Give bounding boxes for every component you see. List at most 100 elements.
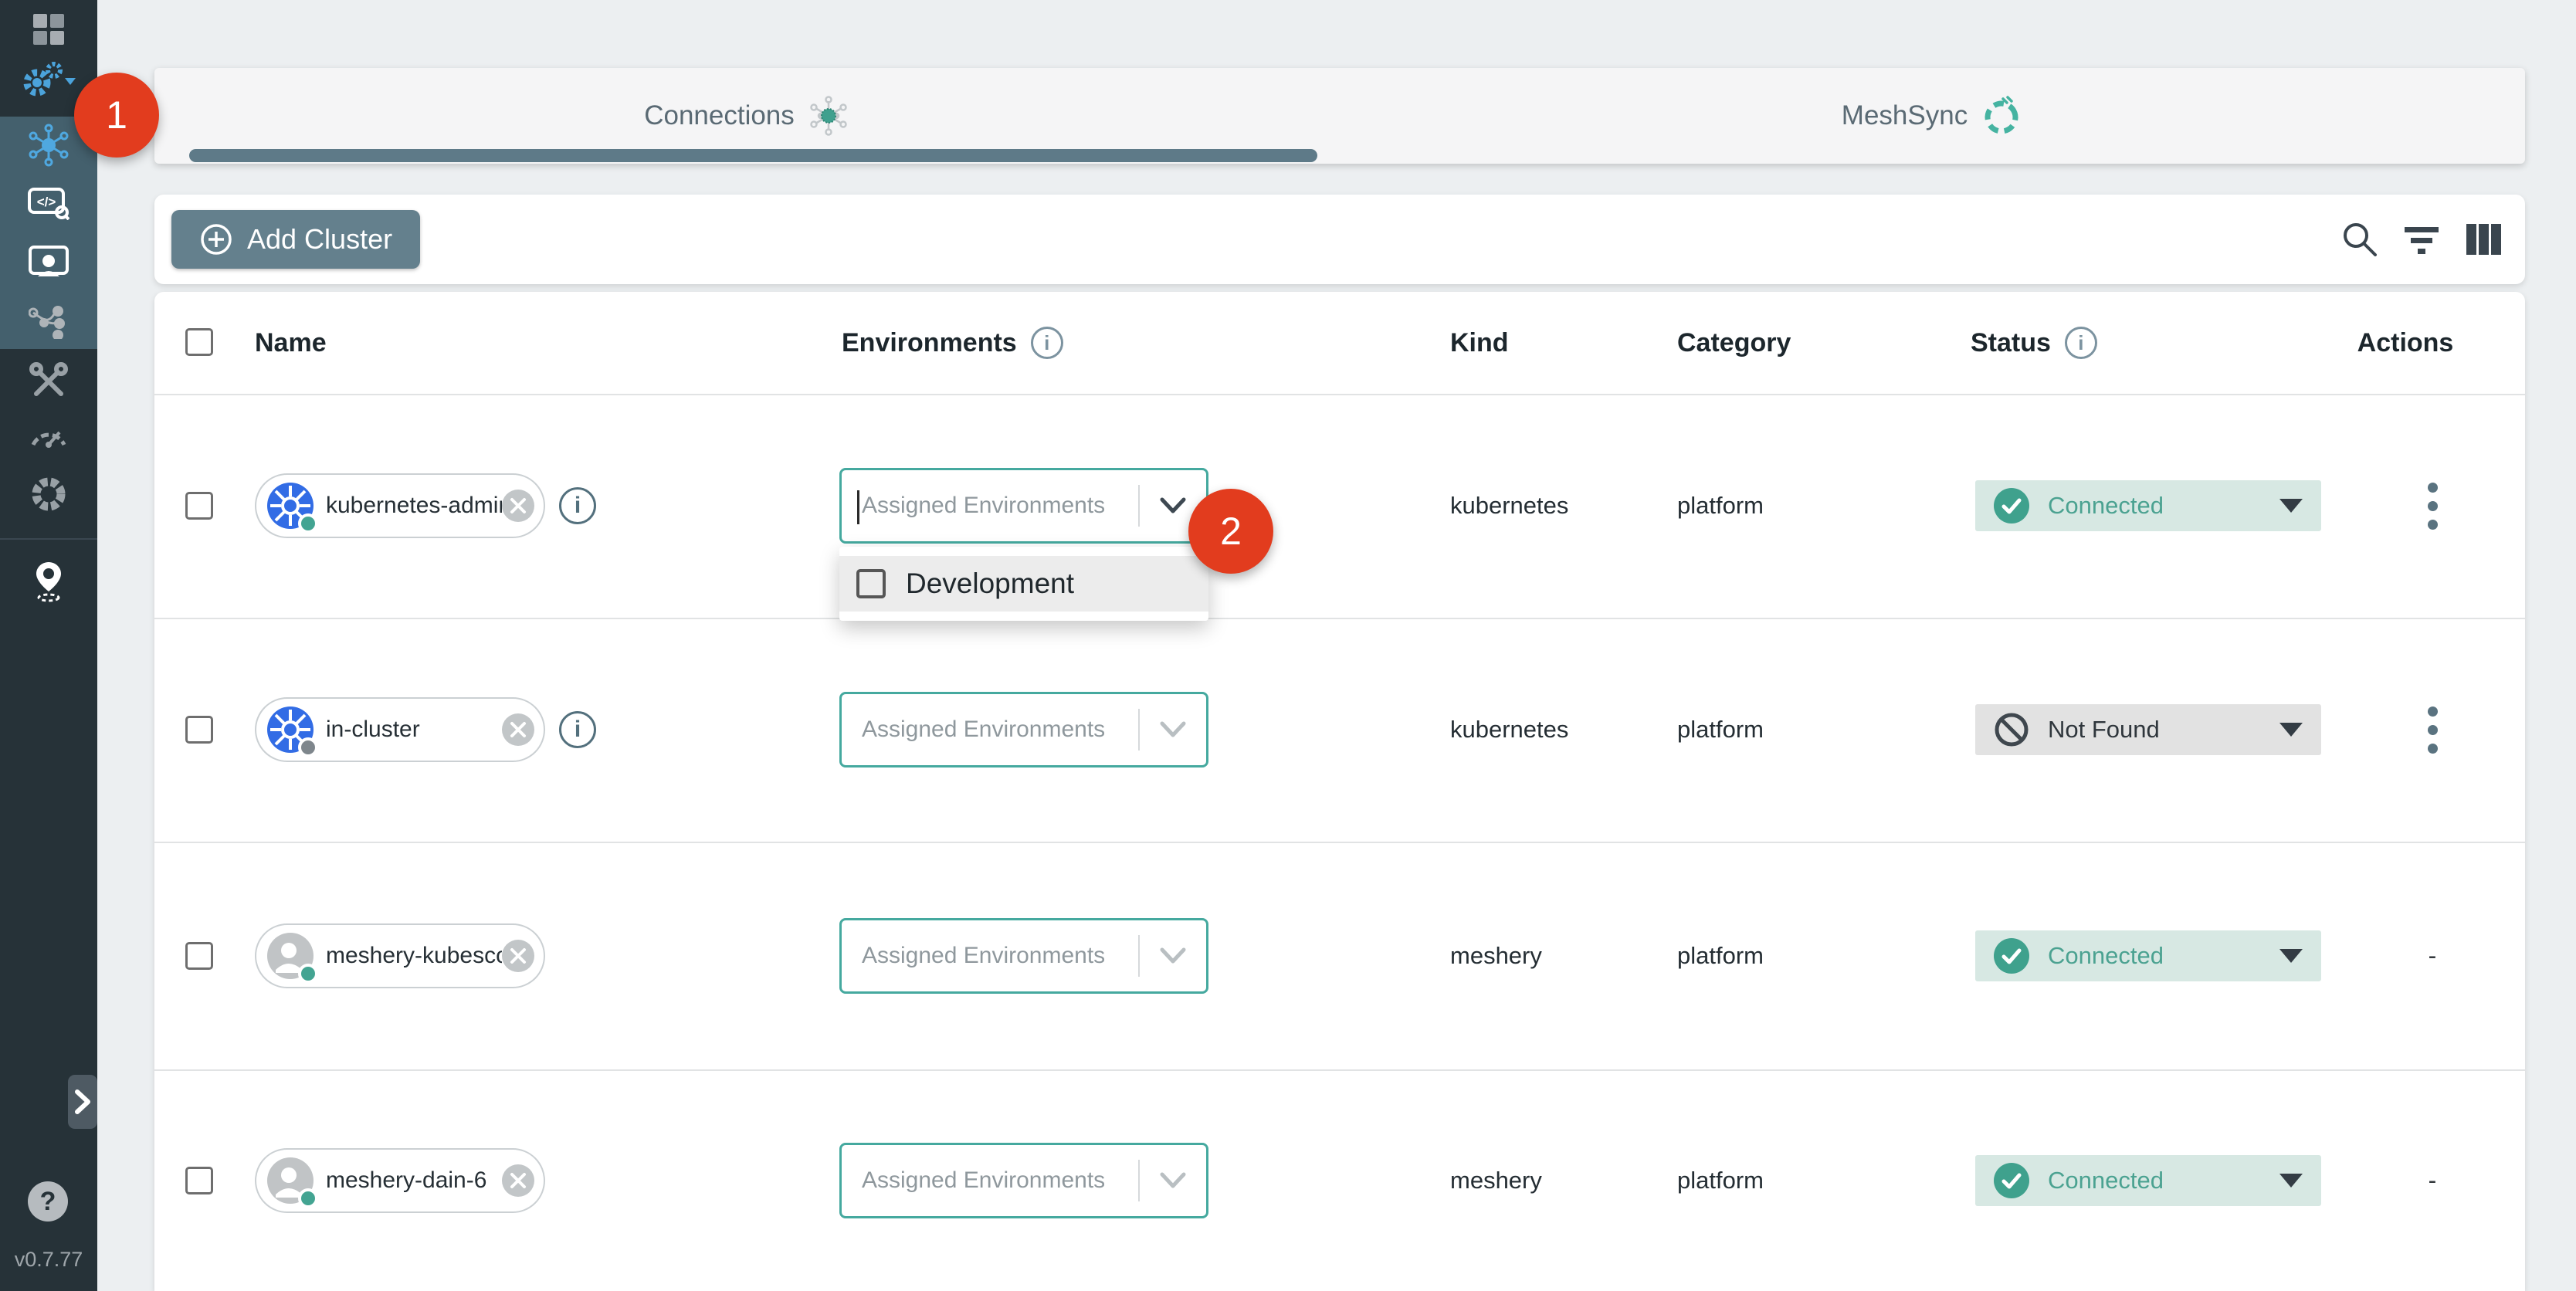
avatar-icon [266, 931, 315, 981]
connection-info-icon[interactable]: i [559, 487, 596, 524]
app-version: v0.7.77 [0, 1248, 97, 1272]
environment-option-label: Development [906, 568, 1074, 600]
connected-check-icon [1994, 1163, 2029, 1198]
environment-option[interactable]: Development [839, 556, 1208, 612]
environments-info-icon[interactable]: i [1031, 327, 1063, 359]
actions-menu-icon[interactable] [2417, 699, 2448, 761]
column-header-kind[interactable]: Kind [1450, 292, 1509, 394]
status-info-icon[interactable]: i [2065, 327, 2097, 359]
status-chip[interactable]: Connected [1975, 1155, 2321, 1206]
category-cell: platform [1677, 716, 1764, 744]
svg-text:</>: </> [37, 195, 56, 209]
sidebar-expand-button[interactable] [68, 1075, 97, 1129]
avatar-icon [266, 1156, 315, 1205]
select-all-checkbox[interactable] [185, 328, 213, 356]
environments-placeholder: Assigned Environments [842, 943, 1138, 969]
chevron-down-icon[interactable] [1140, 720, 1206, 739]
kubernetes-icon [266, 481, 315, 530]
toolkit-wrenches-icon[interactable] [0, 357, 97, 403]
kind-cell: meshery [1450, 1167, 1542, 1194]
connection-name: meshery-kubescop... [315, 943, 502, 969]
mesh-icon [807, 94, 850, 137]
tab-meshsync[interactable]: MeshSync [1340, 68, 2525, 164]
chevron-down-icon[interactable] [1140, 1171, 1206, 1190]
table-toolbar: Add Cluster [154, 195, 2525, 284]
remove-connection-icon[interactable] [502, 940, 534, 972]
not-found-ban-icon [1994, 712, 2029, 747]
environments-placeholder: Assigned Environments [842, 493, 1138, 519]
connection-name-chip[interactable]: meshery-kubescop... [255, 923, 545, 988]
status-caret-icon [2279, 949, 2303, 963]
tab-meshsync-label: MeshSync [1842, 100, 1968, 131]
text-cursor [857, 490, 859, 524]
active-tab-indicator [189, 149, 1317, 162]
remove-connection-icon[interactable] [502, 490, 534, 522]
chevron-down-icon[interactable] [1140, 947, 1206, 965]
remove-connection-icon[interactable] [502, 1164, 534, 1197]
dashboard-grid-icon[interactable] [0, 6, 97, 53]
status-caret-icon [2279, 723, 2303, 737]
performance-gauge-icon[interactable] [0, 411, 97, 457]
connection-info-icon[interactable]: i [559, 711, 596, 748]
tab-connections-label: Connections [644, 100, 795, 131]
row-checkbox[interactable] [185, 492, 213, 520]
search-icon[interactable] [2340, 219, 2380, 259]
mesh-donut-icon[interactable] [0, 471, 97, 517]
column-header-status[interactable]: Status i [1971, 292, 2097, 394]
status-label: Connected [2048, 1167, 2261, 1194]
sync-spinner-icon [1980, 94, 2023, 137]
status-caret-icon [2279, 1174, 2303, 1188]
connection-name-chip[interactable]: meshery-dain-6 [255, 1148, 545, 1213]
filter-icon[interactable] [2401, 219, 2442, 259]
status-chip[interactable]: Connected [1975, 930, 2321, 981]
table-row: meshery-kubescop... i Assigned Environme… [154, 842, 2525, 1069]
view-columns-icon[interactable] [2463, 219, 2503, 259]
status-label: Connected [2048, 492, 2261, 520]
environments-placeholder: Assigned Environments [842, 717, 1138, 743]
help-icon[interactable]: ? [28, 1181, 68, 1222]
connection-status-dot [298, 1188, 318, 1208]
row-checkbox[interactable] [185, 716, 213, 744]
configuration-code-icon[interactable]: </> [0, 180, 97, 226]
row-checkbox[interactable] [185, 1167, 213, 1194]
environments-select[interactable]: Assigned Environments [839, 692, 1208, 767]
connection-name-chip[interactable]: in-cluster [255, 697, 545, 762]
annotation-badge-1: 1 [74, 73, 159, 158]
environments-select[interactable]: Assigned Environments [839, 918, 1208, 994]
status-chip[interactable]: Connected [1975, 480, 2321, 531]
connection-status-dot [298, 964, 318, 984]
actions-empty: - [2407, 1166, 2458, 1194]
annotation-badge-2: 2 [1188, 489, 1273, 574]
meshery-app: </> [0, 0, 2576, 1291]
remove-connection-icon[interactable] [502, 713, 534, 746]
kind-cell: meshery [1450, 942, 1542, 970]
connection-status-dot [298, 737, 318, 757]
connections-table: Name Environments i Kind Category Status… [154, 292, 2525, 1291]
column-header-category[interactable]: Category [1677, 292, 1791, 394]
add-cluster-label: Add Cluster [247, 223, 392, 256]
row-checkbox[interactable] [185, 942, 213, 970]
kind-cell: kubernetes [1450, 716, 1568, 744]
environments-dropdown-menu: Development [839, 547, 1208, 621]
designs-screen-icon[interactable] [0, 239, 97, 286]
connected-check-icon [1994, 938, 2029, 974]
location-pin-icon[interactable] [0, 557, 97, 604]
extensions-graph-icon[interactable] [0, 297, 97, 344]
column-header-name[interactable]: Name [255, 292, 327, 394]
environments-select[interactable]: Assigned Environments [839, 468, 1208, 544]
column-header-environments[interactable]: Environments i [842, 292, 1063, 394]
environment-option-checkbox[interactable] [856, 569, 886, 598]
environments-select[interactable]: Assigned Environments [839, 1143, 1208, 1218]
add-cluster-button[interactable]: Add Cluster [171, 210, 420, 269]
column-header-actions: Actions [2332, 292, 2479, 394]
tab-bar: Connections MeshSync [154, 68, 2525, 164]
status-chip[interactable]: Not Found [1975, 704, 2321, 755]
status-label: Not Found [2048, 716, 2261, 744]
connection-name-chip[interactable]: kubernetes-admin... [255, 473, 545, 538]
chevron-right-icon [73, 1089, 92, 1115]
connection-name: kubernetes-admin... [315, 493, 502, 519]
actions-menu-icon[interactable] [2417, 475, 2448, 537]
connection-name: meshery-dain-6 [315, 1167, 502, 1194]
kind-cell: kubernetes [1450, 492, 1568, 520]
table-row: meshery-dain-6 i Assigned Environments m… [154, 1069, 2525, 1291]
